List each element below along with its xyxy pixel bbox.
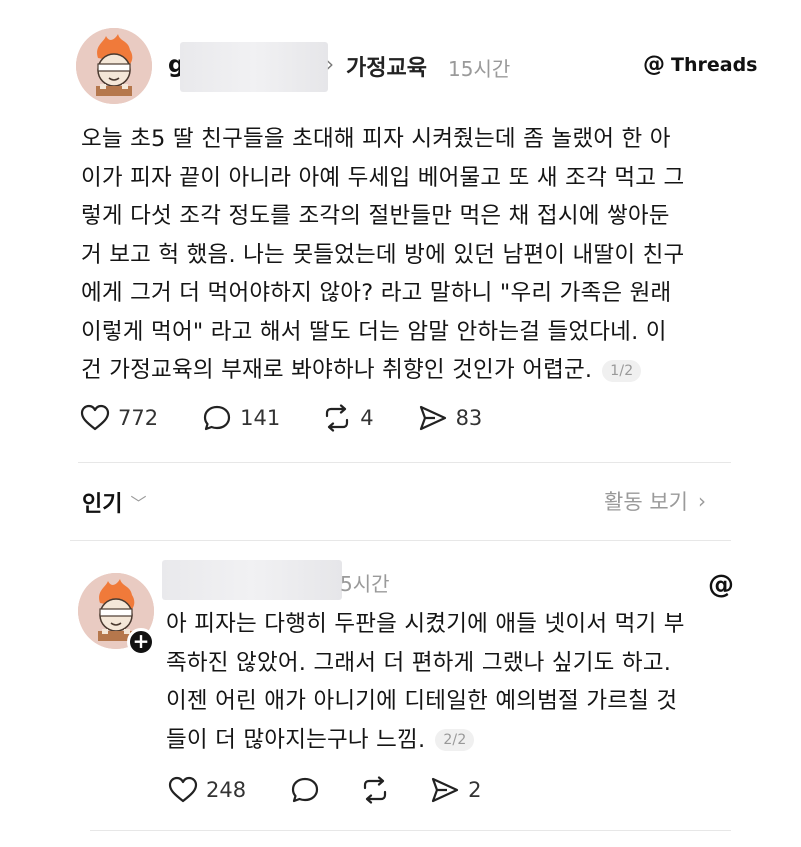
username-redaction bbox=[180, 42, 328, 92]
repost-button[interactable] bbox=[360, 776, 390, 804]
reply-line-last: 들이 더 많아지는구나 느낌. 2/2 bbox=[166, 721, 766, 760]
reply-line: 이젠 어린 애가 아니기에 디테일한 예의범절 가르칠 것 bbox=[166, 688, 678, 714]
chevron-down-icon: ﹀ bbox=[130, 494, 147, 513]
comment-button[interactable] bbox=[290, 776, 320, 804]
comment-count: 141 bbox=[240, 406, 281, 430]
post-line: 거 보고 헉 했음. 나는 못들었는데 방에 있던 남편이 내딸이 친구 bbox=[81, 241, 685, 268]
share-button[interactable]: 2 bbox=[430, 776, 481, 804]
post-line: 이렇게 먹어" 라고 해서 딸도 더는 암말 안하는걸 들었다네. 이 bbox=[81, 318, 667, 345]
page-indicator: 2/2 bbox=[435, 729, 475, 751]
like-count: 248 bbox=[206, 778, 247, 802]
share-button[interactable]: 83 bbox=[418, 404, 483, 432]
sort-label: 인기 bbox=[82, 492, 123, 517]
reply-time: 5시간 bbox=[340, 572, 390, 596]
post-body: 오늘 초5 딸 친구들을 초대해 피자 시켜줬는데 좀 놀랬어 한 아 이가 피… bbox=[81, 120, 751, 390]
post-actions: 772 141 4 83 bbox=[80, 404, 482, 432]
repost-button[interactable]: 4 bbox=[322, 404, 374, 432]
post-line: 에게 그거 더 먹어야하지 않아? 라고 말하니 "우리 가족은 원래 bbox=[81, 280, 672, 306]
comment-icon bbox=[291, 777, 319, 803]
reply-line: 들이 더 많아지는구나 느낌. bbox=[166, 726, 426, 753]
post-line-last: 건 가정교육의 부재로 봐야하나 취향인 것인가 어렵군. 1/2 bbox=[81, 351, 751, 390]
comment-button[interactable]: 141 bbox=[202, 404, 280, 432]
post-time: 15시간 bbox=[448, 57, 511, 81]
reply-username-redaction bbox=[162, 560, 342, 600]
repost-icon bbox=[326, 404, 349, 432]
share-count: 83 bbox=[455, 406, 483, 430]
send-icon bbox=[419, 405, 446, 431]
divider bbox=[70, 540, 731, 541]
post-line: 오늘 초5 딸 친구들을 초대해 피자 시켜줬는데 좀 놀랬어 한 아 bbox=[81, 126, 671, 152]
follow-plus-icon[interactable]: + bbox=[127, 628, 155, 656]
reply-line: 족하진 않았어. 그래서 더 편하게 그랬나 싶기도 하고. bbox=[166, 649, 672, 676]
heart-icon bbox=[168, 776, 198, 803]
reply-actions: 248 2 bbox=[168, 776, 481, 804]
reply-line: 아 피자는 다행히 두판을 시켰기에 애들 넷이서 먹기 부 bbox=[166, 611, 685, 637]
threads-brand-label: Threads bbox=[671, 53, 758, 76]
divider bbox=[90, 830, 731, 831]
post-line: 건 가정교육의 부재로 봐야하나 취향인 것인가 어렵군. bbox=[81, 357, 593, 383]
chevron-right-icon: › bbox=[326, 52, 334, 76]
repost-icon bbox=[363, 776, 387, 804]
post-line: 이가 피자 끝이 아니라 아예 두세입 베어물고 또 새 조각 먹고 그 bbox=[81, 164, 685, 191]
like-count: 772 bbox=[118, 406, 159, 430]
threads-logo-button[interactable]: @ bbox=[708, 570, 734, 600]
comment-icon bbox=[203, 405, 231, 431]
view-activity-label: 활동 보기 bbox=[604, 490, 688, 514]
avatar-illustration-icon bbox=[76, 28, 152, 104]
like-button[interactable]: 248 bbox=[168, 776, 246, 804]
like-button[interactable]: 772 bbox=[80, 404, 158, 432]
topic-tag[interactable]: 가정교육 bbox=[346, 50, 427, 82]
view-activity-link[interactable]: 활동 보기 › bbox=[604, 486, 706, 516]
share-count: 2 bbox=[468, 778, 482, 802]
threads-logo-icon: @ bbox=[708, 570, 734, 600]
avatar[interactable] bbox=[76, 28, 152, 104]
reply-body: 아 피자는 다행히 두판을 시켰기에 애들 넷이서 먹기 부 족하진 않았어. … bbox=[166, 605, 766, 759]
sort-dropdown[interactable]: 인기 ﹀ bbox=[82, 486, 147, 518]
page-indicator: 1/2 bbox=[602, 359, 642, 382]
chevron-right-icon: › bbox=[697, 489, 706, 513]
post-line: 렇게 다섯 조각 정도를 조각의 절반들만 먹은 채 접시에 쌓아둔 bbox=[81, 203, 670, 229]
threads-logo-icon: @ bbox=[643, 52, 665, 77]
send-icon bbox=[431, 777, 459, 803]
repost-count: 4 bbox=[360, 406, 374, 430]
threads-brand[interactable]: @ Threads bbox=[643, 52, 757, 77]
heart-icon bbox=[80, 404, 110, 431]
divider bbox=[78, 462, 731, 463]
